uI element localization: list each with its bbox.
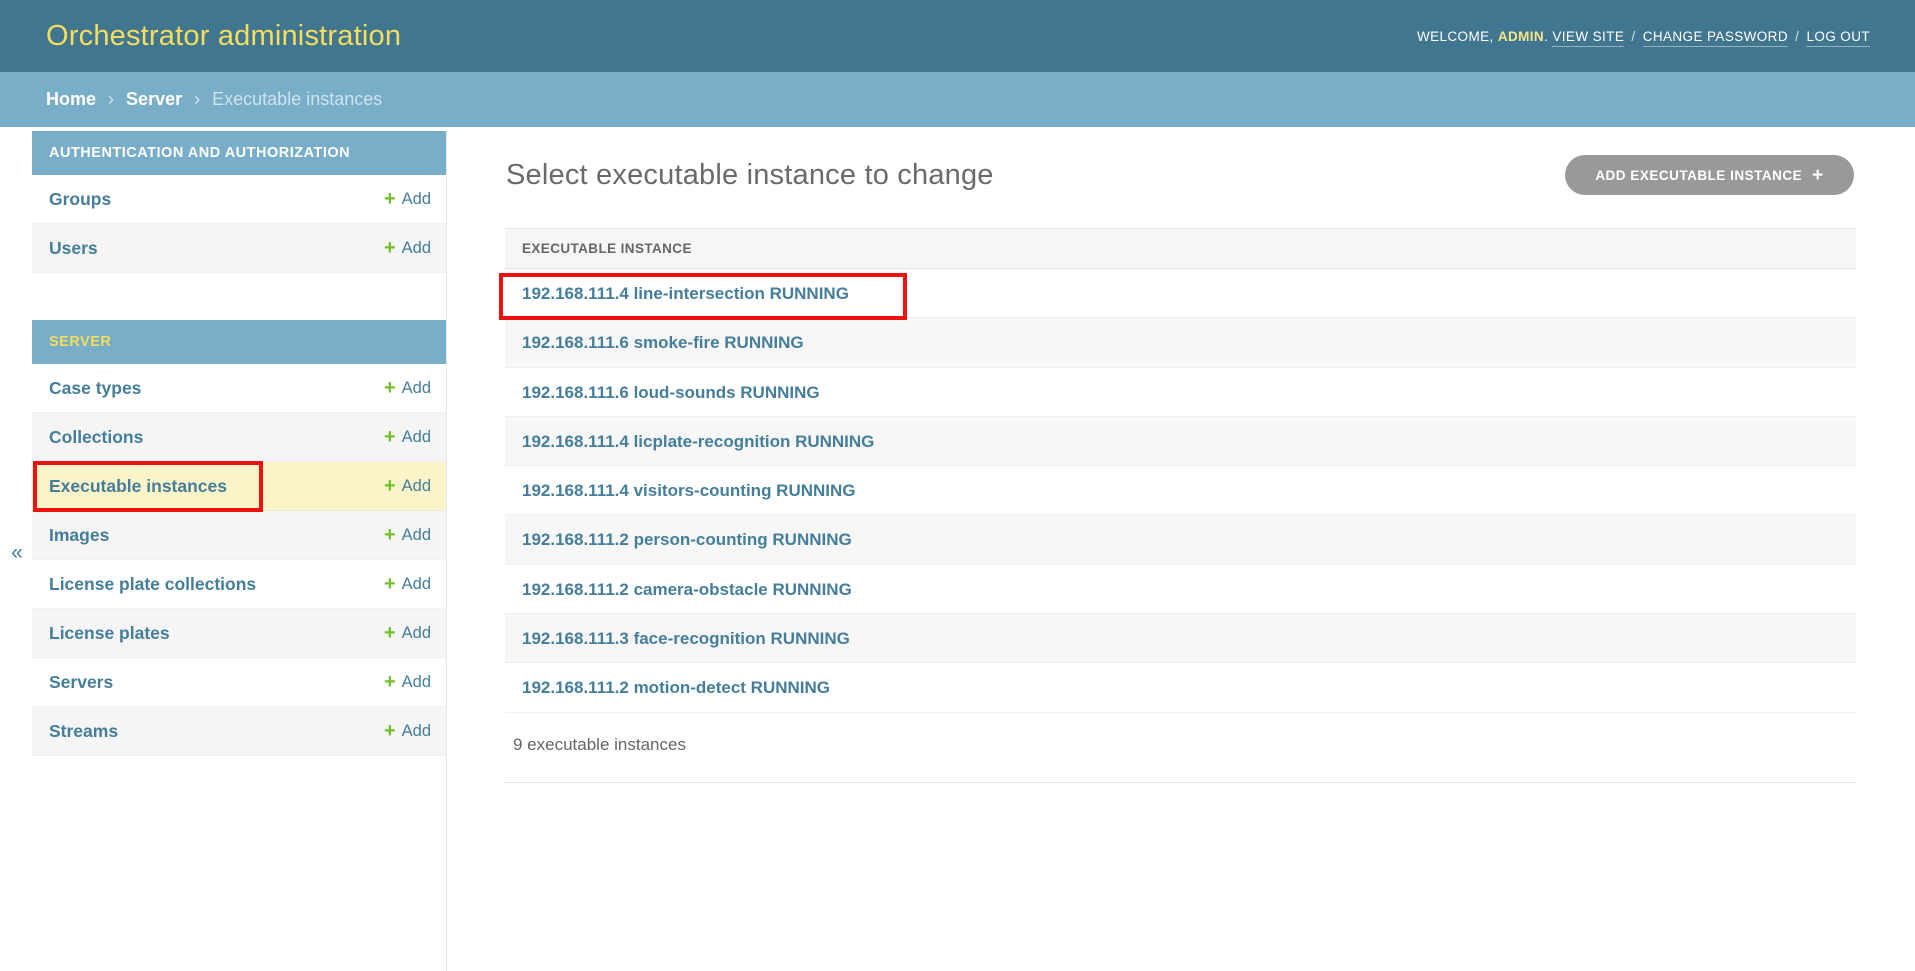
instance-link[interactable]: 192.168.111.6 smoke-fire RUNNING bbox=[522, 333, 804, 352]
user-tools: WELCOME, ADMIN. VIEW SITE / CHANGE PASSW… bbox=[1417, 29, 1870, 44]
plus-icon: + bbox=[384, 623, 396, 643]
sidebar-row-license-plates: License plates + Add bbox=[32, 609, 446, 658]
sidebar-item-images[interactable]: Images bbox=[49, 511, 109, 559]
sidebar-item-case-types[interactable]: Case types bbox=[49, 364, 141, 412]
table-row: 192.168.111.3 face-recognition RUNNING bbox=[505, 614, 1856, 663]
add-servers-link[interactable]: + Add bbox=[384, 658, 431, 706]
changelist-table: EXECUTABLE INSTANCE 192.168.111.4 line-i… bbox=[505, 228, 1856, 783]
plus-icon: + bbox=[384, 476, 396, 496]
add-button-label: ADD EXECUTABLE INSTANCE bbox=[1595, 168, 1802, 183]
sidebar-item-streams[interactable]: Streams bbox=[49, 707, 118, 755]
plus-icon: + bbox=[384, 427, 396, 447]
plus-icon: + bbox=[384, 189, 396, 209]
section-server-header[interactable]: SERVER bbox=[32, 320, 446, 364]
section-auth-header[interactable]: AUTHENTICATION AND AUTHORIZATION bbox=[32, 131, 446, 175]
instance-link[interactable]: 192.168.111.4 licplate-recognition RUNNI… bbox=[522, 432, 874, 451]
sidebar-row-license-plate-collections: License plate collections + Add bbox=[32, 560, 446, 609]
add-label: Add bbox=[402, 224, 431, 272]
add-users-link[interactable]: + Add bbox=[384, 224, 431, 272]
plus-icon: + bbox=[384, 525, 396, 545]
welcome-label: WELCOME, bbox=[1417, 29, 1494, 44]
breadcrumb-separator: › bbox=[101, 89, 121, 109]
breadcrumb-separator: › bbox=[187, 89, 207, 109]
column-header-executable-instance[interactable]: EXECUTABLE INSTANCE bbox=[505, 229, 1856, 269]
plus-icon: + bbox=[384, 378, 396, 398]
add-case-types-link[interactable]: + Add bbox=[384, 364, 431, 412]
sidebar-row-images: Images + Add bbox=[32, 511, 446, 560]
sidebar-row-collections: Collections + Add bbox=[32, 413, 446, 462]
instance-link[interactable]: 192.168.111.3 face-recognition RUNNING bbox=[522, 629, 850, 648]
site-title[interactable]: Orchestrator administration bbox=[46, 20, 401, 53]
instance-link[interactable]: 192.168.111.4 visitors-counting RUNNING bbox=[522, 481, 856, 500]
plus-icon: + bbox=[384, 672, 396, 692]
result-count: 9 executable instances bbox=[505, 713, 1856, 783]
nav-sidebar: AUTHENTICATION AND AUTHORIZATION Groups … bbox=[32, 131, 447, 971]
instance-link[interactable]: 192.168.111.2 camera-obstacle RUNNING bbox=[522, 580, 852, 599]
plus-icon: + bbox=[1812, 166, 1824, 185]
add-license-plate-collections-link[interactable]: + Add bbox=[384, 560, 431, 608]
table-row: 192.168.111.4 line-intersection RUNNING bbox=[505, 269, 1856, 318]
breadcrumb-current: Executable instances bbox=[212, 89, 382, 109]
table-row: 192.168.111.6 smoke-fire RUNNING bbox=[505, 318, 1856, 367]
instance-link[interactable]: 192.168.111.2 motion-detect RUNNING bbox=[522, 678, 830, 697]
add-streams-link[interactable]: + Add bbox=[384, 707, 431, 755]
sidebar-item-executable-instances[interactable]: Executable instances bbox=[49, 462, 227, 510]
breadcrumb-home[interactable]: Home bbox=[46, 89, 96, 109]
plus-icon: + bbox=[384, 721, 396, 741]
sidebar-item-license-plates[interactable]: License plates bbox=[49, 609, 170, 657]
breadcrumb: Home › Server › Executable instances bbox=[0, 72, 1915, 127]
table-row: 192.168.111.2 motion-detect RUNNING bbox=[505, 663, 1856, 712]
instance-link[interactable]: 192.168.111.2 person-counting RUNNING bbox=[522, 530, 852, 549]
change-password-link[interactable]: CHANGE PASSWORD bbox=[1643, 29, 1788, 47]
add-label: Add bbox=[402, 658, 431, 706]
sidebar-row-servers: Servers + Add bbox=[32, 658, 446, 707]
add-executable-instance-button[interactable]: ADD EXECUTABLE INSTANCE + bbox=[1565, 155, 1854, 195]
plus-icon: + bbox=[384, 238, 396, 258]
add-collections-link[interactable]: + Add bbox=[384, 413, 431, 461]
sidebar-row-streams: Streams + Add bbox=[32, 707, 446, 756]
sidebar-row-users: Users + Add bbox=[32, 224, 446, 273]
username: ADMIN bbox=[1498, 29, 1544, 44]
sidebar-item-collections[interactable]: Collections bbox=[49, 413, 143, 461]
tools-separator: / bbox=[1628, 29, 1638, 44]
add-executable-instances-link[interactable]: + Add bbox=[384, 462, 431, 510]
sidebar-item-license-plate-collections[interactable]: License plate collections bbox=[49, 560, 256, 608]
username-period: . bbox=[1544, 29, 1548, 44]
sidebar-collapse-icon[interactable]: « bbox=[4, 538, 30, 568]
breadcrumb-server[interactable]: Server bbox=[126, 89, 182, 109]
sidebar-item-users[interactable]: Users bbox=[49, 224, 98, 272]
add-label: Add bbox=[402, 175, 431, 223]
header-bar: Orchestrator administration WELCOME, ADM… bbox=[0, 0, 1915, 72]
add-label: Add bbox=[402, 707, 431, 755]
sidebar-row-executable-instances: Executable instances + Add bbox=[32, 462, 446, 511]
sidebar-row-case-types: Case types + Add bbox=[32, 364, 446, 413]
log-out-link[interactable]: LOG OUT bbox=[1806, 29, 1870, 47]
add-label: Add bbox=[402, 511, 431, 559]
tools-separator: / bbox=[1792, 29, 1802, 44]
instance-link[interactable]: 192.168.111.6 loud-sounds RUNNING bbox=[522, 383, 820, 402]
add-label: Add bbox=[402, 609, 431, 657]
sidebar-item-servers[interactable]: Servers bbox=[49, 658, 113, 706]
app-window: Orchestrator administration WELCOME, ADM… bbox=[0, 0, 1915, 971]
instance-link[interactable]: 192.168.111.4 line-intersection RUNNING bbox=[522, 284, 849, 303]
sidebar-row-groups: Groups + Add bbox=[32, 175, 446, 224]
sidebar-spacer bbox=[32, 273, 446, 320]
plus-icon: + bbox=[384, 574, 396, 594]
add-label: Add bbox=[402, 413, 431, 461]
page-title: Select executable instance to change bbox=[506, 159, 994, 192]
sidebar-item-groups[interactable]: Groups bbox=[49, 175, 111, 223]
table-row: 192.168.111.6 loud-sounds RUNNING bbox=[505, 368, 1856, 417]
table-row: 192.168.111.4 licplate-recognition RUNNI… bbox=[505, 417, 1856, 466]
add-images-link[interactable]: + Add bbox=[384, 511, 431, 559]
add-label: Add bbox=[402, 560, 431, 608]
view-site-link[interactable]: VIEW SITE bbox=[1552, 29, 1624, 47]
add-groups-link[interactable]: + Add bbox=[384, 175, 431, 223]
table-row: 192.168.111.2 person-counting RUNNING bbox=[505, 515, 1856, 564]
table-row: 192.168.111.2 camera-obstacle RUNNING bbox=[505, 565, 1856, 614]
add-label: Add bbox=[402, 462, 431, 510]
add-label: Add bbox=[402, 364, 431, 412]
table-row: 192.168.111.4 visitors-counting RUNNING bbox=[505, 466, 1856, 515]
add-license-plates-link[interactable]: + Add bbox=[384, 609, 431, 657]
